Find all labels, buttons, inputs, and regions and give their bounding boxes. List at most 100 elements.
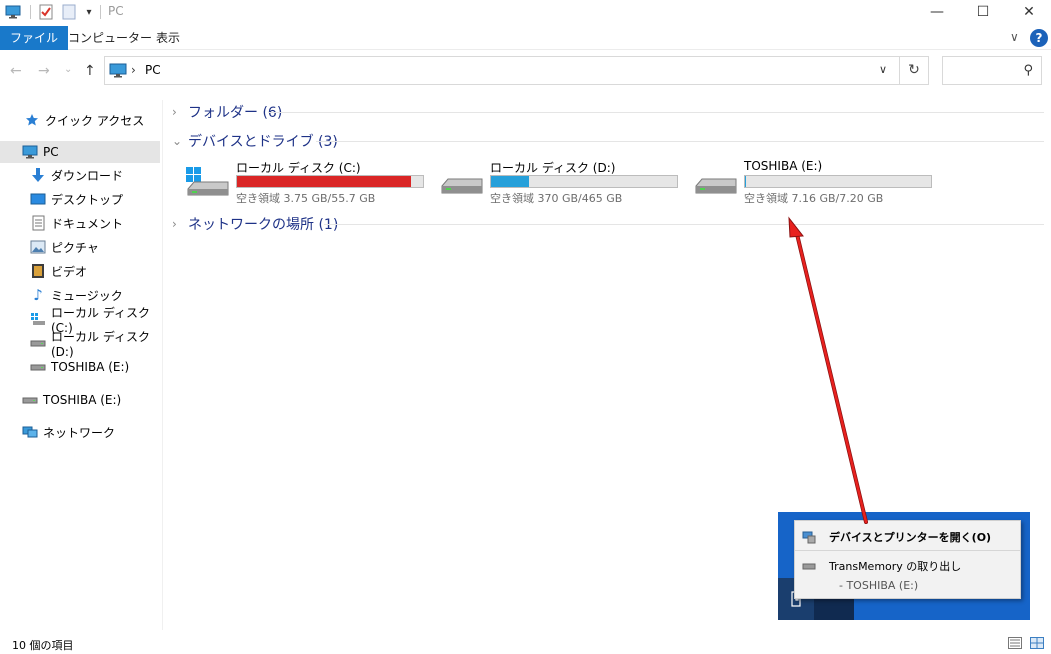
drive-free-space: 空き領域 370 GB/465 GB (490, 192, 623, 205)
sidebar-item-quick-access[interactable]: クイック アクセス (0, 109, 160, 131)
safely-remove-hardware-menu: デバイスとプリンターを開く(O) TransMemory の取り出し - TOS… (794, 520, 1021, 599)
address-bar[interactable]: › PC ∨ (104, 56, 900, 85)
windows-drive-icon (30, 311, 46, 327)
up-button[interactable]: ↑ (84, 63, 96, 79)
picture-icon (30, 239, 46, 255)
sidebar-item-label: ミュージック (51, 288, 123, 303)
sidebar-item-label: デスクトップ (51, 192, 124, 207)
pc-icon (22, 144, 38, 160)
sidebar-item-label: ダウンロード (51, 168, 124, 183)
drive-usage-bar (744, 175, 932, 188)
drive-usage-fill (491, 176, 529, 187)
back-button[interactable]: ← (10, 63, 22, 79)
sidebar-item-label: クイック アクセス (45, 113, 145, 128)
usb-drive-icon (802, 563, 816, 570)
quick-access-separator (30, 5, 31, 19)
properties-icon[interactable] (37, 3, 55, 21)
menu-item-eject[interactable]: TransMemory の取り出し (795, 558, 1020, 574)
star-icon (24, 112, 40, 128)
chevron-right-icon: › (172, 105, 177, 119)
devices-printers-icon (802, 531, 816, 544)
title-bar: ▾ PC — ☐ ✕ (0, 0, 1051, 24)
maximize-button[interactable]: ☐ (960, 0, 1006, 24)
sidebar-item-downloads[interactable]: ダウンロード (0, 164, 160, 186)
windows-drive-icon (186, 167, 229, 196)
group-devices-drives[interactable]: ⌄ デバイスとドライブ (3) (172, 131, 338, 151)
desktop-icon (30, 191, 46, 207)
menu-item-open-devices[interactable]: デバイスとプリンターを開く(O) (795, 529, 1020, 545)
tiles-view-icon[interactable] (1030, 637, 1044, 649)
search-icon[interactable]: ⚲ (1023, 63, 1033, 78)
drive-icon (30, 335, 46, 351)
address-dropdown-icon[interactable]: ∨ (879, 63, 887, 76)
sidebar-item-label: ピクチャ (51, 240, 99, 255)
details-view-icon[interactable] (1008, 637, 1022, 649)
music-icon: ♪ (33, 286, 43, 304)
drive-name: TOSHIBA (E:) (744, 159, 823, 173)
sidebar-item-label: ネットワーク (43, 425, 116, 440)
document-icon (30, 215, 46, 231)
group-label: ネットワークの場所 (1) (188, 217, 339, 233)
pc-icon (109, 63, 127, 81)
group-divider (268, 112, 1044, 113)
chevron-right-icon: › (172, 217, 177, 231)
drive-free-space: 空き領域 7.16 GB/7.20 GB (744, 192, 884, 205)
group-network-locations[interactable]: › ネットワークの場所 (1) (172, 214, 338, 234)
item-count: 10 個の項目 (12, 639, 74, 652)
sidebar-item-label: PC (43, 145, 59, 159)
sidebar-item-label: ローカル ディスク (D:) (51, 329, 150, 359)
usb-drive-icon (22, 392, 38, 408)
drive-usage-fill (237, 176, 411, 187)
sidebar-item-label: ドキュメント (51, 216, 124, 231)
drive-icon (441, 178, 483, 194)
drive-usage-fill (745, 176, 747, 187)
drive-name: ローカル ディスク (D:) (490, 161, 616, 175)
menu-item-label: デバイスとプリンターを開く(O) (829, 531, 992, 544)
sidebar-item-label: TOSHIBA (E:) (43, 393, 122, 407)
drive-free-space: 空き領域 3.75 GB/55.7 GB (236, 192, 376, 205)
video-icon (30, 263, 46, 279)
status-bar: 10 個の項目 (0, 632, 1051, 654)
network-icon (22, 424, 38, 440)
sidebar-item-pc[interactable]: PC (0, 141, 160, 163)
minimize-button[interactable]: — (914, 0, 960, 24)
title-separator (100, 5, 101, 19)
usb-drive-icon (695, 178, 737, 194)
customize-quick-access-icon[interactable]: ▾ (80, 3, 98, 21)
sidebar-item-drive-d[interactable]: ローカル ディスク (D:) (0, 330, 160, 359)
drive-usage-bar (236, 175, 424, 188)
sidebar-item-toshiba-root[interactable]: TOSHIBA (E:) (0, 389, 160, 411)
pc-icon[interactable] (4, 3, 22, 21)
help-icon[interactable]: ? (1030, 29, 1048, 47)
sidebar-item-documents[interactable]: ドキュメント (0, 212, 160, 234)
sidebar-item-pictures[interactable]: ピクチャ (0, 236, 160, 258)
recent-locations-button[interactable]: ⌄ (64, 64, 72, 75)
drive-name: ローカル ディスク (C:) (236, 161, 361, 175)
refresh-button[interactable]: ↻ (900, 56, 929, 85)
navigation-pane: クイック アクセス PC ダウンロード デスクトップ ドキュメント ピクチャ ビ… (0, 100, 163, 630)
chevron-down-icon: ⌄ (172, 134, 183, 148)
group-divider (316, 141, 1044, 142)
sidebar-item-desktop[interactable]: デスクトップ (0, 188, 160, 210)
drive-tile-e[interactable]: TOSHIBA (E:) 空き領域 7.16 GB/7.20 GB (692, 159, 942, 207)
sidebar-item-network[interactable]: ネットワーク (0, 421, 160, 443)
expand-ribbon-icon[interactable]: ∨ (1010, 30, 1019, 44)
breadcrumb-separator[interactable]: › (131, 63, 136, 77)
drive-tile-d[interactable]: ローカル ディスク (D:) 空き領域 370 GB/465 GB (438, 159, 688, 207)
ribbon-tabs: ファイル コンピューター 表示 ∨ ? (0, 26, 1051, 50)
group-divider (324, 224, 1044, 225)
download-icon (30, 167, 46, 183)
navigation-bar: ← → ⌄ ↑ › PC ∨ ↻ ⚲ (0, 56, 1051, 88)
breadcrumb-pc[interactable]: PC (145, 63, 161, 77)
menu-item-label: TransMemory の取り出し (829, 560, 962, 573)
search-input[interactable]: ⚲ (942, 56, 1042, 85)
drive-tile-c[interactable]: ローカル ディスク (C:) 空き領域 3.75 GB/55.7 GB (184, 159, 434, 207)
tab-view[interactable]: 表示 (146, 26, 190, 50)
close-button[interactable]: ✕ (1006, 0, 1051, 24)
sidebar-item-toshiba[interactable]: TOSHIBA (E:) (0, 356, 160, 378)
sidebar-item-videos[interactable]: ビデオ (0, 260, 160, 282)
forward-button[interactable]: → (38, 63, 50, 79)
usb-drive-icon (30, 359, 46, 375)
new-folder-icon[interactable] (60, 3, 78, 21)
group-folders[interactable]: › フォルダー (6) (172, 102, 282, 122)
